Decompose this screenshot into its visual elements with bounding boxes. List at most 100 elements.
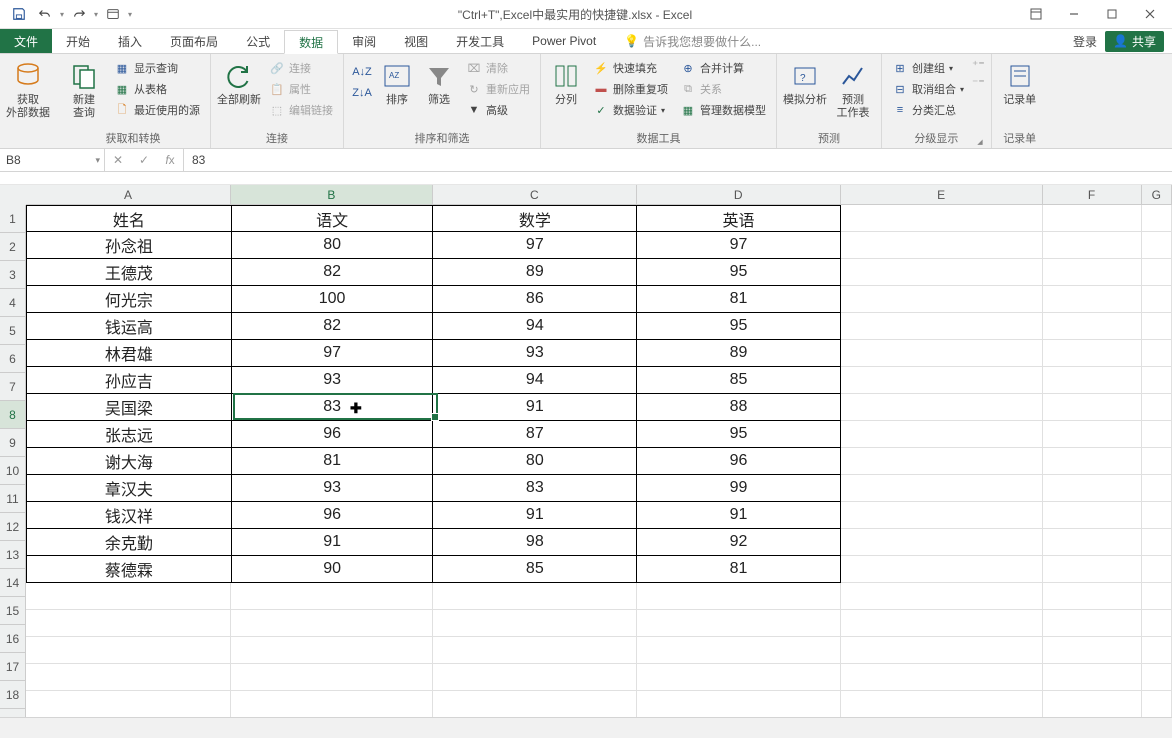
sheet-tab-bar[interactable]: [0, 717, 1172, 738]
cell-E1[interactable]: [841, 205, 1043, 232]
advanced-filter-button[interactable]: ▼高级: [462, 100, 534, 120]
cell-G4[interactable]: [1142, 286, 1172, 313]
row-header-12[interactable]: 12: [0, 513, 26, 541]
insert-function-icon[interactable]: fx: [157, 153, 183, 167]
cell-B3[interactable]: 82: [232, 259, 434, 286]
cell-D2[interactable]: 97: [637, 232, 841, 259]
cell-B12[interactable]: 96: [232, 502, 434, 529]
cell-F4[interactable]: [1043, 286, 1142, 313]
cell-C18[interactable]: [433, 664, 637, 691]
column-header-D[interactable]: D: [637, 185, 841, 205]
cell-D7[interactable]: 85: [637, 367, 841, 394]
cell-D6[interactable]: 89: [637, 340, 841, 367]
cell-B5[interactable]: 82: [232, 313, 434, 340]
worksheet-grid[interactable]: ABCDEFG 1234567891011121314151617181920 …: [0, 185, 1172, 723]
row-header-5[interactable]: 5: [0, 317, 26, 345]
cell-A9[interactable]: 张志远: [26, 421, 232, 448]
cell-G17[interactable]: [1142, 637, 1172, 664]
cell-F15[interactable]: [1043, 583, 1142, 610]
cell-A15[interactable]: [26, 583, 231, 610]
cell-D1[interactable]: 英语: [637, 205, 841, 232]
column-header-B[interactable]: B: [231, 185, 433, 205]
cell-G18[interactable]: [1142, 664, 1172, 691]
tab-power-pivot[interactable]: Power Pivot: [518, 29, 610, 53]
cell-E17[interactable]: [841, 637, 1043, 664]
cell-B17[interactable]: [231, 637, 433, 664]
formula-input[interactable]: 83: [184, 149, 1172, 171]
filter-button[interactable]: 筛选: [420, 56, 458, 107]
cell-C9[interactable]: 87: [433, 421, 637, 448]
cell-B7[interactable]: 93: [232, 367, 434, 394]
row-header-11[interactable]: 11: [0, 485, 26, 513]
cell-B11[interactable]: 93: [232, 475, 434, 502]
cell-F1[interactable]: [1043, 205, 1142, 232]
cell-E19[interactable]: [841, 691, 1043, 718]
cell-E18[interactable]: [841, 664, 1043, 691]
cell-D11[interactable]: 99: [637, 475, 841, 502]
cell-C3[interactable]: 89: [433, 259, 637, 286]
save-icon[interactable]: [8, 3, 30, 25]
cell-B4[interactable]: 100: [232, 286, 434, 313]
cell-D10[interactable]: 96: [637, 448, 841, 475]
redo-icon[interactable]: [68, 3, 90, 25]
cell-C11[interactable]: 83: [433, 475, 637, 502]
tab-home[interactable]: 开始: [52, 29, 104, 53]
cell-C13[interactable]: 98: [433, 529, 637, 556]
cell-G10[interactable]: [1142, 448, 1172, 475]
cell-C14[interactable]: 85: [433, 556, 637, 583]
sort-asc-button[interactable]: A↓Z: [350, 62, 374, 82]
row-header-18[interactable]: 18: [0, 681, 26, 709]
data-validation-button[interactable]: ✓数据验证 ▾: [589, 100, 672, 120]
tab-formulas[interactable]: 公式: [232, 29, 284, 53]
cell-F2[interactable]: [1043, 232, 1142, 259]
cell-A10[interactable]: 谢大海: [26, 448, 232, 475]
cell-G16[interactable]: [1142, 610, 1172, 637]
cell-D3[interactable]: 95: [637, 259, 841, 286]
cell-A6[interactable]: 林君雄: [26, 340, 232, 367]
cell-A1[interactable]: 姓名: [26, 205, 232, 232]
tab-view[interactable]: 视图: [390, 29, 442, 53]
tab-developer[interactable]: 开发工具: [442, 29, 518, 53]
cell-B1[interactable]: 语文: [232, 205, 434, 232]
cell-E15[interactable]: [841, 583, 1043, 610]
row-header-16[interactable]: 16: [0, 625, 26, 653]
cell-D17[interactable]: [637, 637, 841, 664]
cell-E14[interactable]: [841, 556, 1043, 583]
cell-E3[interactable]: [841, 259, 1043, 286]
cell-B15[interactable]: [231, 583, 433, 610]
row-header-4[interactable]: 4: [0, 289, 26, 317]
cell-C12[interactable]: 91: [433, 502, 637, 529]
cell-F12[interactable]: [1043, 502, 1142, 529]
cell-A14[interactable]: 蔡德霖: [26, 556, 232, 583]
cell-C15[interactable]: [433, 583, 637, 610]
column-header-F[interactable]: F: [1043, 185, 1142, 205]
cell-G2[interactable]: [1142, 232, 1172, 259]
cell-G1[interactable]: [1142, 205, 1172, 232]
form-button[interactable]: 记录单: [998, 56, 1042, 107]
group-button[interactable]: ⊞创建组 ▾: [888, 58, 968, 78]
cell-E4[interactable]: [841, 286, 1043, 313]
text-to-columns-button[interactable]: 分列: [547, 56, 585, 107]
row-header-6[interactable]: 6: [0, 345, 26, 373]
cell-A8[interactable]: 吴国梁: [26, 394, 232, 421]
tab-insert[interactable]: 插入: [104, 29, 156, 53]
cell-E13[interactable]: [841, 529, 1043, 556]
select-all-corner[interactable]: [0, 185, 27, 206]
cell-G11[interactable]: [1142, 475, 1172, 502]
cell-B2[interactable]: 80: [232, 232, 434, 259]
cell-F7[interactable]: [1043, 367, 1142, 394]
cell-C10[interactable]: 80: [433, 448, 637, 475]
from-table-button[interactable]: ▦从表格: [110, 79, 204, 99]
row-header-13[interactable]: 13: [0, 541, 26, 569]
get-external-data-button[interactable]: 获取 外部数据: [6, 56, 50, 120]
cell-F3[interactable]: [1043, 259, 1142, 286]
cell-D19[interactable]: [637, 691, 841, 718]
cell-B13[interactable]: 91: [232, 529, 434, 556]
cell-C16[interactable]: [433, 610, 637, 637]
cell-A12[interactable]: 钱汉祥: [26, 502, 232, 529]
tab-data[interactable]: 数据: [284, 30, 338, 54]
cell-D14[interactable]: 81: [637, 556, 841, 583]
cell-E11[interactable]: [841, 475, 1043, 502]
cell-F19[interactable]: [1043, 691, 1142, 718]
cell-F17[interactable]: [1043, 637, 1142, 664]
